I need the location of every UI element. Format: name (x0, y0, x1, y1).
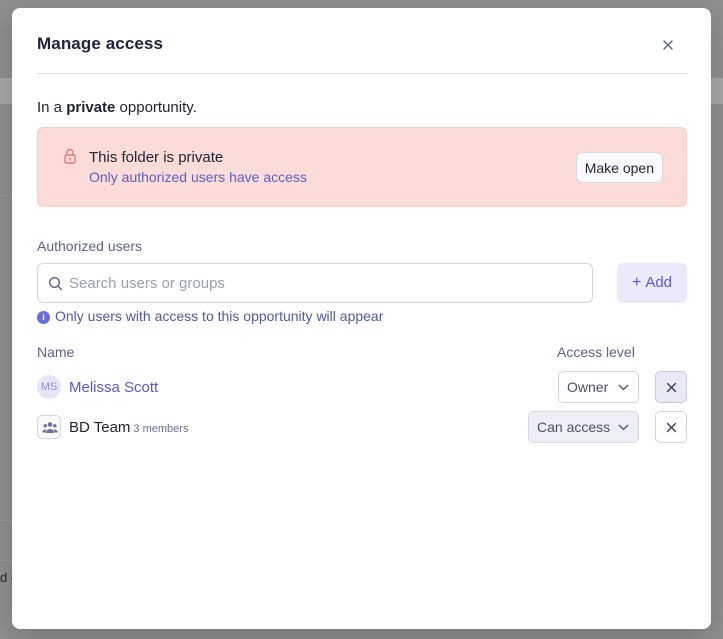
access-level-value: Can access (537, 419, 611, 435)
authorized-users-label: Authorized users (37, 238, 143, 254)
lock-icon (64, 148, 76, 164)
make-open-button[interactable]: Make open (575, 152, 663, 183)
group-name: BD Team 3 members (69, 419, 188, 436)
intro-suffix: opportunity. (115, 99, 197, 116)
close-icon (663, 40, 673, 50)
access-level-dropdown[interactable]: Can access (528, 411, 639, 443)
background-divider (0, 520, 12, 521)
table-row: BD Team 3 members Can access (37, 411, 687, 443)
access-level-value: Owner (567, 379, 609, 395)
modal-header: Manage access (37, 8, 687, 74)
remove-button[interactable] (655, 411, 687, 443)
group-name-text: BD Team (69, 419, 131, 436)
add-button[interactable]: + Add (617, 263, 687, 303)
group-icon (37, 415, 61, 439)
background-divider (0, 195, 12, 196)
column-header-name: Name (37, 344, 75, 360)
search-icon (48, 276, 63, 291)
column-header-access-level: Access level (557, 344, 635, 360)
chevron-down-icon (618, 424, 629, 431)
remove-button[interactable] (655, 371, 687, 403)
info-icon: i (37, 311, 50, 324)
avatar: MS (37, 375, 61, 399)
table-row: MS Melissa Scott Owner (37, 371, 687, 403)
alert-subtitle: Only authorized users have access (89, 169, 307, 185)
manage-access-modal: Manage access In a private opportunity. … (12, 8, 711, 629)
group-member-count: 3 members (133, 423, 189, 435)
access-hint: i Only users with access to this opportun… (37, 308, 383, 324)
background-panel (0, 78, 12, 104)
x-icon (666, 382, 677, 393)
add-button-label: Add (645, 274, 673, 291)
background-divider (0, 560, 12, 561)
intro-bold: private (66, 99, 116, 116)
plus-icon: + (631, 274, 642, 291)
background-panel (711, 78, 723, 104)
access-level-dropdown[interactable]: Owner (558, 371, 639, 403)
intro-text: In a private opportunity. (37, 99, 197, 116)
x-icon (666, 422, 677, 433)
intro-prefix: In a (37, 99, 67, 116)
user-name-link[interactable]: Melissa Scott (69, 379, 158, 396)
search-input[interactable] (69, 265, 579, 301)
chevron-down-icon (618, 384, 629, 391)
private-alert: This folder is private Only authorized u… (37, 127, 687, 207)
close-button[interactable] (661, 38, 675, 52)
modal-title: Manage access (37, 34, 164, 53)
search-field[interactable] (37, 263, 593, 303)
access-hint-text: Only users with access to this opportuni… (55, 308, 384, 324)
alert-title: This folder is private (89, 149, 224, 166)
